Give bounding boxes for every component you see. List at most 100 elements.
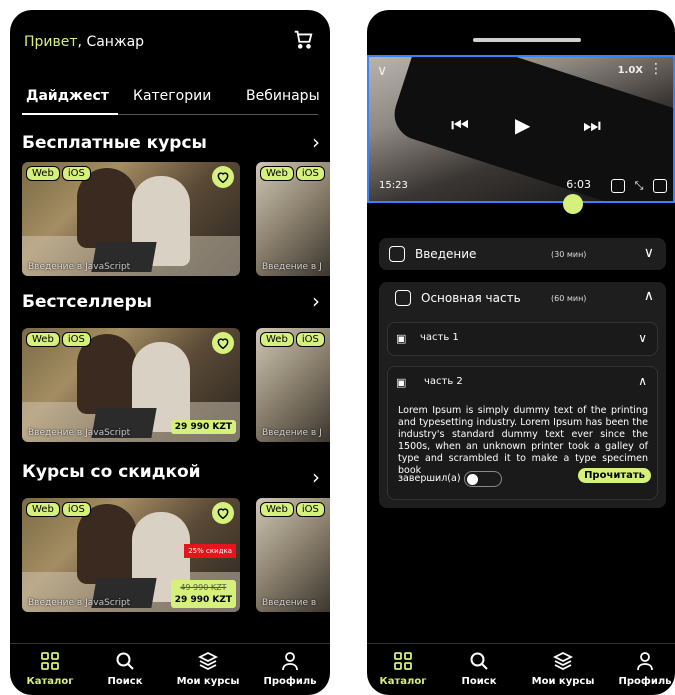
tag-row: Web iOS: [260, 166, 325, 181]
card-caption: Введение в: [262, 598, 317, 608]
lesson-title: часть 1: [420, 332, 459, 343]
catalog-screen: Привет, Санжар Дайджест Категории Вебина…: [10, 10, 330, 695]
lesson-part-2: ▣ часть 2 ∧ Lorem Ipsum is simply dummy …: [387, 366, 658, 500]
lesson-part-1[interactable]: ▣ часть 1 ∨: [387, 322, 658, 356]
nav-search[interactable]: Поиск: [439, 650, 519, 687]
course-card[interactable]: Web iOS 25% скидка Введение в JavaScript…: [22, 498, 240, 612]
nav-profile[interactable]: Профиль: [605, 650, 675, 687]
layers-icon: [168, 650, 248, 672]
toggle-knob: [467, 474, 478, 485]
progress-scrubber[interactable]: [563, 194, 583, 214]
nav-label: Каталог: [26, 676, 74, 687]
section-title-free: Бесплатные курсы: [22, 133, 207, 153]
tab-webinars[interactable]: Вебинары: [246, 88, 320, 104]
nav-my-courses[interactable]: Мои курсы: [523, 650, 603, 687]
tag-ios: iOS: [61, 502, 91, 517]
section-duration: (30 мин): [551, 250, 587, 259]
nav-label: Каталог: [379, 676, 427, 687]
tab-digest[interactable]: Дайджест: [26, 88, 109, 104]
greeting-prefix: Привет: [24, 34, 78, 50]
tag-web: Web: [260, 166, 294, 181]
completed-label: завершил(а): [398, 473, 461, 484]
more-icon[interactable]: ⋮: [649, 61, 663, 77]
card-caption: Введение в JavaScript: [28, 262, 131, 272]
chevron-right-icon[interactable]: ›: [312, 465, 320, 489]
doc-icon: ▣: [396, 376, 407, 389]
lesson-text: Lorem Ipsum is simply dummy text of the …: [398, 405, 648, 476]
chevron-down-icon[interactable]: ∨: [377, 63, 387, 79]
course-card[interactable]: Web iOS Введение в JavaScript: [22, 162, 240, 276]
tab-categories[interactable]: Категории: [133, 88, 211, 104]
search-icon: [439, 650, 519, 672]
greeting-name: , Санжар: [77, 34, 145, 50]
nav-label: Мои курсы: [531, 676, 595, 687]
section-intro[interactable]: Введение (30 мин) ∨: [379, 238, 666, 270]
tag-ios: iOS: [295, 166, 325, 181]
section-title-discount: Курсы со скидкой: [22, 462, 201, 482]
heart-icon[interactable]: [212, 166, 234, 188]
nav-label: Профиль: [618, 676, 672, 687]
course-card[interactable]: Web iOS Введение в JavaScript 29 990 KZT: [22, 328, 240, 442]
video-player[interactable]: ∨ 1.0X ⋮ ⏮ ▶ ⏭ 15:23 6:03 ⤡: [367, 55, 675, 203]
tag-web: Web: [26, 166, 60, 181]
tag-ios: iOS: [61, 332, 91, 347]
price-badge: 49 990 KZT 29 990 KZT: [170, 580, 236, 608]
bottom-nav: Каталог Поиск Мои курсы Профиль: [367, 643, 675, 695]
discount-badge: 25% скидка: [184, 544, 236, 558]
remaining-time: 6:03: [566, 178, 591, 191]
sheet-handle[interactable]: [473, 38, 581, 42]
old-price: 49 990 KZT: [180, 583, 227, 592]
completed-toggle[interactable]: [464, 471, 502, 487]
skip-back-icon[interactable]: ⏮: [451, 113, 469, 137]
course-card-peek[interactable]: Web iOS Введение в J: [256, 162, 330, 276]
tag-web: Web: [26, 502, 60, 517]
chevron-up-icon[interactable]: ∧: [644, 288, 654, 304]
section-main: Основная часть (60 мин) ∧ ▣ часть 1 ∨ ▣ …: [379, 282, 666, 508]
tag-ios: iOS: [295, 332, 325, 347]
tag-web: Web: [26, 332, 60, 347]
tag-row: Web iOS: [26, 502, 91, 517]
course-card-peek[interactable]: Web iOS Введение в: [256, 498, 330, 612]
grid-icon: [395, 290, 411, 306]
tag-web: Web: [260, 502, 294, 517]
card-caption: Введение в J: [262, 428, 322, 438]
elapsed-time: 15:23: [379, 180, 408, 191]
chevron-down-icon[interactable]: ∨: [644, 245, 654, 261]
skip-forward-icon[interactable]: ⏭: [583, 113, 601, 137]
read-button[interactable]: Прочитать: [578, 468, 651, 483]
section-title: Основная часть: [421, 291, 521, 305]
search-icon: [85, 650, 165, 672]
catalog-icon: [367, 650, 443, 672]
nav-catalog[interactable]: Каталог: [367, 650, 443, 687]
heart-icon[interactable]: [212, 332, 234, 354]
nav-catalog[interactable]: Каталог: [10, 650, 90, 687]
top-tabs: Дайджест Категории Вебинары: [10, 88, 330, 118]
chevron-right-icon[interactable]: ›: [312, 130, 320, 154]
greeting: Привет, Санжар: [24, 34, 144, 50]
cast-icon[interactable]: [653, 179, 667, 193]
lesson-screen: ∨ 1.0X ⋮ ⏮ ▶ ⏭ 15:23 6:03 ⤡ Введение (30…: [367, 10, 675, 695]
play-icon[interactable]: ▶: [515, 113, 530, 137]
nav-my-courses[interactable]: Мои курсы: [168, 650, 248, 687]
heart-icon[interactable]: [212, 502, 234, 524]
nav-label: Профиль: [263, 676, 317, 687]
chevron-right-icon[interactable]: ›: [312, 289, 320, 313]
tag-ios: iOS: [295, 502, 325, 517]
card-caption: Введение в J: [262, 262, 322, 272]
profile-icon: [605, 650, 675, 672]
chevron-down-icon[interactable]: ∨: [638, 331, 647, 345]
bottom-nav: Каталог Поиск Мои курсы Профиль: [10, 643, 330, 695]
playback-speed[interactable]: 1.0X: [618, 65, 643, 76]
cart-icon[interactable]: [292, 28, 314, 50]
chevron-up-icon[interactable]: ∧: [638, 374, 647, 388]
nav-profile[interactable]: Профиль: [250, 650, 330, 687]
price-badge: 29 990 KZT: [170, 420, 236, 434]
pip-icon[interactable]: [611, 179, 625, 193]
section-title: Введение: [415, 247, 477, 261]
minimize-icon[interactable]: ⤡: [632, 179, 646, 193]
nav-label: Мои курсы: [176, 676, 240, 687]
doc-icon: ▣: [396, 332, 407, 345]
course-card-peek[interactable]: Web iOS Введение в J: [256, 328, 330, 442]
profile-icon: [250, 650, 330, 672]
nav-search[interactable]: Поиск: [85, 650, 165, 687]
